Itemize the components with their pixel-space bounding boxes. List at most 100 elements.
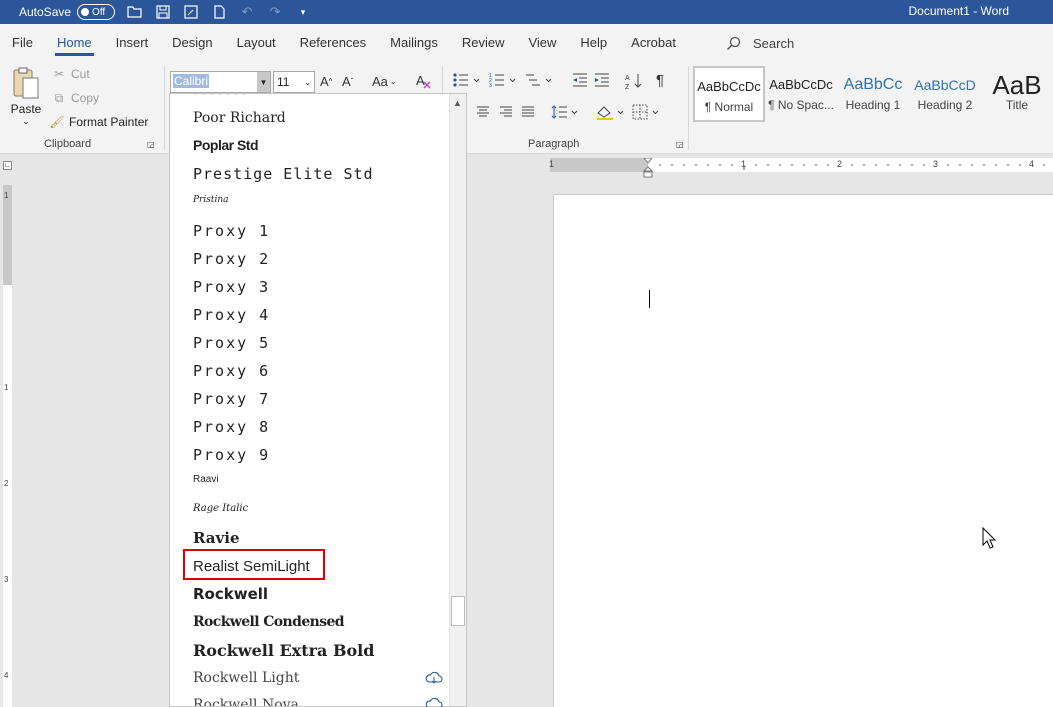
font-dropdown-list[interactable]: · · · · · · · Poor Richard Poplar Std Pr… [169, 93, 467, 707]
style-preview: AaBbCcDc [697, 79, 761, 94]
vruler-number: 1 [4, 191, 9, 200]
justify-icon[interactable] [521, 105, 535, 119]
svg-text:A: A [416, 73, 425, 88]
hruler-number: 1 [741, 159, 747, 169]
scroll-up-arrow-icon[interactable]: ▲ [453, 98, 462, 108]
tab-selector-icon[interactable]: ∟ [3, 161, 12, 170]
paste-button[interactable]: Paste ⌄ [8, 66, 44, 127]
shrink-font-icon[interactable]: Aˇ [342, 74, 353, 89]
font-size-value[interactable]: 11 [277, 75, 289, 89]
document-title: Document1 - Word [908, 4, 1009, 18]
font-list-item[interactable]: Rockwell Light [170, 664, 451, 692]
grow-font-icon[interactable]: A ^ [320, 74, 332, 89]
borders-icon[interactable] [632, 104, 662, 120]
font-list-item[interactable]: Raavi [170, 465, 451, 493]
font-list-item[interactable]: Prestige Elite Std [170, 160, 451, 188]
font-list-item[interactable]: Proxy 5 [170, 329, 451, 357]
font-list-item[interactable]: Rockwell Extra Bold [170, 636, 451, 664]
numbering-icon[interactable]: 123 [489, 72, 517, 88]
tab-layout[interactable]: Layout [225, 24, 288, 62]
cloud-download-icon [425, 671, 443, 684]
hruler-number: 1 [549, 159, 555, 169]
align-right-icon[interactable] [499, 105, 513, 119]
paste-label: Paste [10, 102, 42, 116]
font-list-item[interactable]: Ravie [170, 524, 451, 552]
font-list-item[interactable]: Rockwell Condensed [170, 608, 451, 636]
scrollbar-thumb[interactable] [451, 596, 465, 626]
tab-references[interactable]: References [288, 24, 378, 62]
font-list-item[interactable]: Proxy 7 [170, 385, 451, 413]
style-preview: AaBbCcDc [769, 77, 833, 92]
font-size-combobox[interactable]: 11 ⌄ [273, 71, 315, 93]
font-list-item[interactable]: Rockwell Nova [170, 691, 451, 706]
font-list-item[interactable]: Proxy 3 [170, 273, 451, 301]
tab-file[interactable]: File [0, 24, 45, 62]
paste-dropdown-icon[interactable]: ⌄ [8, 116, 44, 127]
format-painter-button[interactable]: 🖌 Format Painter [49, 115, 148, 129]
font-list-item[interactable]: Rockwell [170, 580, 451, 608]
ribbon-tabs: File Home Insert Design Layout Reference… [0, 24, 1053, 62]
font-name-combobox[interactable]: Calibri ▼ [170, 71, 271, 93]
change-case-dropdown-icon: ⌄ [389, 77, 397, 86]
group-divider [688, 66, 689, 150]
font-list-scrollbar[interactable]: ▲ [449, 94, 466, 706]
style-title[interactable]: AaB Title [981, 66, 1053, 122]
font-list-item[interactable]: Proxy 8 [170, 413, 451, 441]
paragraph-group-label: Paragraph [528, 138, 580, 150]
bullets-icon[interactable] [453, 72, 481, 88]
tab-design[interactable]: Design [160, 24, 224, 62]
text-cursor [649, 290, 650, 308]
cut-button[interactable]: ✂ Cut [52, 67, 90, 81]
style-name: ¶ No Spac... [768, 98, 834, 112]
mouse-pointer-icon [982, 527, 996, 549]
vertical-ruler: ∟ 1 1 2 3 4 [0, 155, 14, 707]
hruler-number: 4 [1029, 159, 1035, 169]
tab-help[interactable]: Help [568, 24, 619, 62]
align-center-icon[interactable] [476, 105, 490, 119]
tab-home[interactable]: Home [45, 24, 104, 62]
multilevel-list-icon[interactable] [525, 72, 553, 88]
search-box[interactable]: Search [726, 24, 794, 62]
search-label: Search [752, 35, 795, 51]
decrease-indent-icon[interactable] [572, 72, 588, 88]
font-list-item[interactable]: Poor Richard [170, 104, 451, 132]
paste-icon [11, 66, 41, 100]
font-list-item[interactable]: Pristina [170, 186, 451, 214]
copy-button[interactable]: ⧉ Copy [52, 91, 99, 106]
font-list-item[interactable]: Poplar Std [170, 131, 451, 159]
vruler-number: 4 [4, 671, 9, 680]
clear-formatting-icon[interactable]: A [415, 72, 433, 90]
font-list-item[interactable]: Rage Italic [170, 494, 451, 522]
font-dropdown-arrow-icon[interactable]: ▼ [257, 72, 270, 92]
line-spacing-icon[interactable] [551, 104, 579, 120]
cloud-download-icon [425, 697, 443, 707]
style-heading-2[interactable]: AaBbCcD Heading 2 [909, 66, 981, 122]
tab-view[interactable]: View [516, 24, 568, 62]
tab-mailings[interactable]: Mailings [378, 24, 450, 62]
style-no-spacing[interactable]: AaBbCcDc ¶ No Spac... [765, 66, 837, 122]
shading-icon[interactable] [596, 104, 626, 120]
change-case-button[interactable]: Aa ⌄ [372, 74, 397, 89]
indent-marker-icon[interactable] [643, 158, 653, 180]
font-list-item[interactable]: Proxy 2 [170, 245, 451, 273]
tab-review[interactable]: Review [450, 24, 517, 62]
style-name: ¶ Normal [704, 100, 754, 114]
title-bar: AutoSave Off ↶ ↷ ▾ Document1 - Word [0, 0, 1053, 24]
show-formatting-marks-icon[interactable]: ¶ [656, 72, 664, 89]
document-page[interactable] [553, 194, 1053, 707]
font-size-arrow-icon[interactable]: ⌄ [304, 78, 311, 87]
increase-indent-icon[interactable] [594, 72, 610, 88]
tab-insert[interactable]: Insert [104, 24, 161, 62]
paragraph-launcher-icon[interactable]: ◲ [676, 140, 684, 149]
font-name-value[interactable]: Calibri [173, 74, 210, 88]
font-list-item[interactable]: Proxy 4 [170, 301, 451, 329]
sort-icon[interactable]: AZ [625, 72, 643, 90]
clipboard-launcher-icon[interactable]: ◲ [147, 140, 155, 149]
font-list-item[interactable]: Proxy 1 [170, 217, 451, 245]
style-normal[interactable]: AaBbCcDc ¶ Normal [693, 66, 765, 122]
font-list-item[interactable]: Proxy 6 [170, 357, 451, 385]
highlight-box [183, 549, 325, 580]
style-heading-1[interactable]: AaBbCc Heading 1 [837, 66, 909, 122]
hruler-number: 3 [933, 159, 939, 169]
tab-acrobat[interactable]: Acrobat [619, 24, 688, 62]
